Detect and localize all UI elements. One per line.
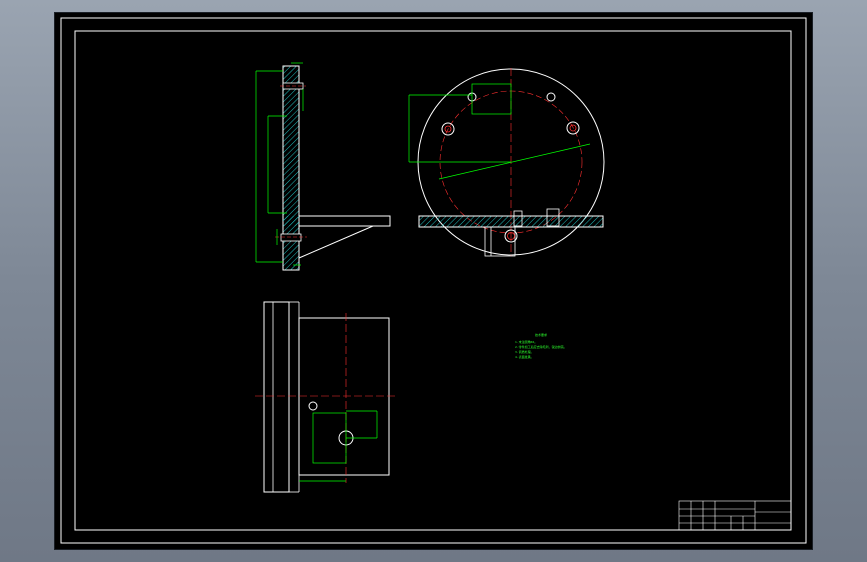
- title-block: [678, 500, 792, 531]
- outer-border: [60, 17, 807, 544]
- tech-notes-title: 技术要求: [535, 333, 548, 337]
- technical-notes: 技术要求 1.未注圆角R2。 2.零件加工后应去除毛刺，锐边倒钝。 3.调质处理…: [515, 333, 567, 360]
- front-view-circle: [408, 68, 605, 257]
- side-section-view: [255, 62, 391, 271]
- drawing-sheet: 技术要求 1.未注圆角R2。 2.零件加工后应去除毛刺，锐边倒钝。 3.调质处理…: [55, 13, 812, 549]
- cad-drawing: [60, 17, 807, 544]
- bottom-view: [255, 301, 396, 493]
- tech-note-line: 4.表面发黑。: [515, 355, 534, 359]
- inner-border: [74, 30, 792, 531]
